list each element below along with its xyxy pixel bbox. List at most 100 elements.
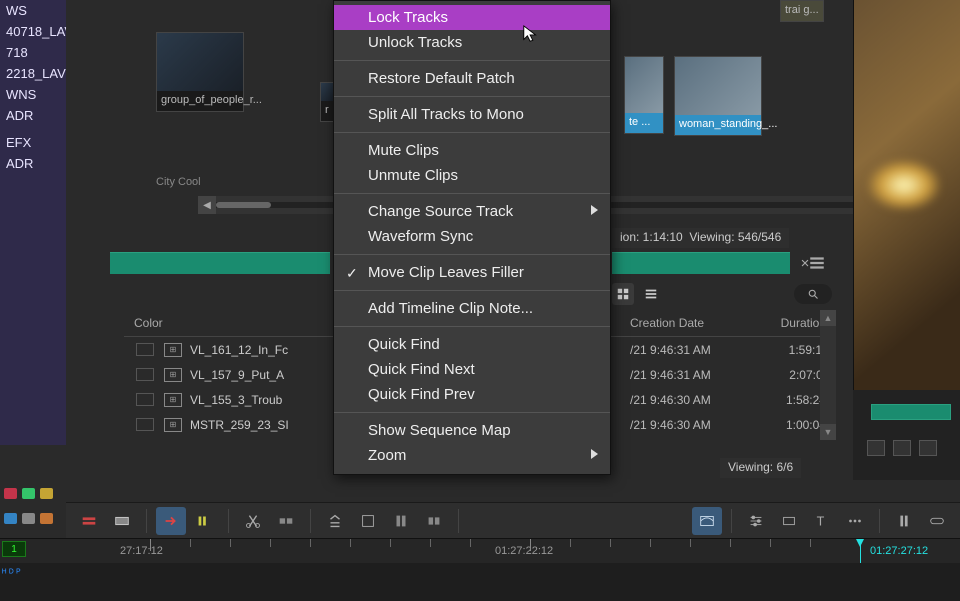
panel-menu-icon[interactable] (808, 254, 826, 272)
menu-separator (334, 96, 610, 97)
settings-sliders-button[interactable] (741, 507, 771, 535)
scroll-left-arrow-icon[interactable]: ◀ (198, 196, 216, 214)
menu-separator (334, 326, 610, 327)
thumbnail-image (675, 57, 761, 115)
timeline-track[interactable] (0, 563, 960, 601)
timeline-ruler[interactable]: 1 27:17:12 01:27:22:12 01:27:27:12 (0, 539, 960, 563)
mode-grey-icon[interactable] (22, 513, 35, 524)
menu-item[interactable]: Zoom (334, 443, 610, 468)
bin-thumbnail[interactable]: group_of_people_r... (156, 32, 244, 112)
search-input[interactable] (794, 284, 832, 304)
row-checkbox[interactable] (136, 343, 154, 356)
menu-separator (334, 60, 610, 61)
track-lock-icon[interactable] (867, 440, 885, 456)
menu-item[interactable]: Unmute Clips (334, 163, 610, 188)
thumbnail-label: r (321, 101, 333, 121)
list-view-button[interactable] (640, 283, 662, 305)
effect-mode-button[interactable] (692, 507, 722, 535)
menu-item[interactable]: Quick Find Next (334, 357, 610, 382)
render-button[interactable] (774, 507, 804, 535)
menu-item[interactable]: Move Clip Leaves Filler✓ (334, 260, 610, 285)
menu-item[interactable]: Waveform Sync (334, 224, 610, 249)
splice-in-button[interactable] (74, 507, 104, 535)
bin-tree-item[interactable]: 40718_LAV (0, 21, 66, 42)
mark-in-out-button[interactable] (189, 507, 219, 535)
menu-item[interactable]: Unlock Tracks (334, 30, 610, 55)
mode-red-icon[interactable] (4, 488, 17, 499)
cut-button[interactable] (238, 507, 268, 535)
row-checkbox[interactable] (136, 368, 154, 381)
bin-tree-sidebar[interactable]: WS 40718_LAV 718 2218_LAV WNS ADR EFX AD… (0, 0, 66, 445)
clip-date: /21 9:46:31 AM (630, 343, 762, 357)
scroll-thumb[interactable] (216, 202, 271, 208)
thumbnail-label: trai g... (781, 1, 823, 21)
toolbar-separator (458, 509, 459, 533)
bin-tree-item[interactable]: ADR (0, 105, 66, 126)
toolbar-separator (731, 509, 732, 533)
bin-tree-item[interactable]: 718 (0, 42, 66, 63)
menu-item[interactable]: Quick Find (334, 332, 610, 357)
column-header-color[interactable]: Color (124, 316, 180, 330)
timeline-panel-header[interactable] (110, 252, 330, 274)
more-button[interactable] (840, 507, 870, 535)
bin-tree-item[interactable]: WNS (0, 84, 66, 105)
scroll-down-arrow-icon[interactable]: ▼ (820, 424, 836, 440)
list-vertical-scrollbar[interactable]: ▲ ▼ (820, 310, 836, 440)
menu-item[interactable]: Split All Tracks to Mono (334, 102, 610, 127)
source-monitor[interactable] (853, 0, 960, 390)
timeline-toolbar: T (66, 502, 960, 538)
frame-view-button[interactable] (612, 283, 634, 305)
mini-clip[interactable] (871, 404, 951, 420)
mode-orange-icon[interactable] (40, 513, 53, 524)
clip-date: /21 9:46:30 AM (630, 393, 762, 407)
overwrite-button[interactable] (107, 507, 137, 535)
bin-tree-item[interactable]: WS (0, 0, 66, 21)
track-disk-icon[interactable] (893, 440, 911, 456)
context-menu: Lock TracksUnlock Tracks Restore Default … (333, 0, 611, 475)
bin-tree-item[interactable]: 2218_LAV (0, 63, 66, 84)
collapse-button[interactable] (386, 507, 416, 535)
bin-tree-item[interactable]: ADR (0, 153, 66, 174)
mode-green-icon[interactable] (22, 488, 35, 499)
menu-item[interactable]: Quick Find Prev (334, 382, 610, 407)
add-edit-button[interactable] (419, 507, 449, 535)
mode-blue-icon[interactable] (4, 513, 17, 524)
menu-item[interactable]: Change Source Track (334, 199, 610, 224)
timeline-panel-header[interactable]: × (612, 252, 790, 274)
timeline-start-marker[interactable]: 1 (2, 541, 26, 557)
menu-item[interactable]: Mute Clips (334, 138, 610, 163)
track-settings-icon[interactable] (919, 440, 937, 456)
clip-type-icon: ⊞ (164, 368, 182, 382)
column-header-date[interactable]: Creation Date (630, 316, 762, 330)
row-checkbox[interactable] (136, 393, 154, 406)
bin-thumbnail[interactable]: r (320, 82, 334, 122)
playhead[interactable] (860, 539, 861, 563)
list-view-toolbar (612, 282, 832, 306)
bin-tree-item[interactable]: EFX (0, 132, 66, 153)
menu-item[interactable]: Restore Default Patch (334, 66, 610, 91)
toolbar-separator (310, 509, 311, 533)
trim-button[interactable] (271, 507, 301, 535)
menu-item[interactable]: Show Sequence Map (334, 418, 610, 443)
menu-item[interactable]: Add Timeline Clip Note... (334, 296, 610, 321)
bin-thumbnail[interactable]: trai g... (780, 0, 824, 22)
lift-button[interactable] (320, 507, 350, 535)
timecode-label: 01:27:22:12 (495, 545, 553, 557)
scroll-up-arrow-icon[interactable]: ▲ (820, 310, 836, 326)
title-tool-button[interactable]: T (807, 507, 837, 535)
position-readout: ion: 1:14:10 Viewing: 546/546 (612, 228, 789, 248)
insert-arrow-button[interactable] (156, 507, 186, 535)
menu-item[interactable]: Lock Tracks (334, 5, 610, 30)
extract-button[interactable] (353, 507, 383, 535)
clip-type-icon: ⊞ (164, 343, 182, 357)
row-checkbox[interactable] (136, 418, 154, 431)
snap-button[interactable] (889, 507, 919, 535)
bin-thumbnail[interactable]: te ... (624, 56, 664, 134)
thumbnail-image (157, 33, 243, 91)
bin-thumbnail[interactable]: woman_standing_... (674, 56, 762, 136)
submenu-arrow-icon (591, 205, 598, 215)
checkmark-icon: ✓ (346, 265, 358, 282)
link-button[interactable] (922, 507, 952, 535)
mode-yellow-icon[interactable] (40, 488, 53, 499)
timeline-panel[interactable]: 1 27:17:12 01:27:22:12 01:27:27:12 ᴴ ᴰ ᴾ (0, 538, 960, 600)
